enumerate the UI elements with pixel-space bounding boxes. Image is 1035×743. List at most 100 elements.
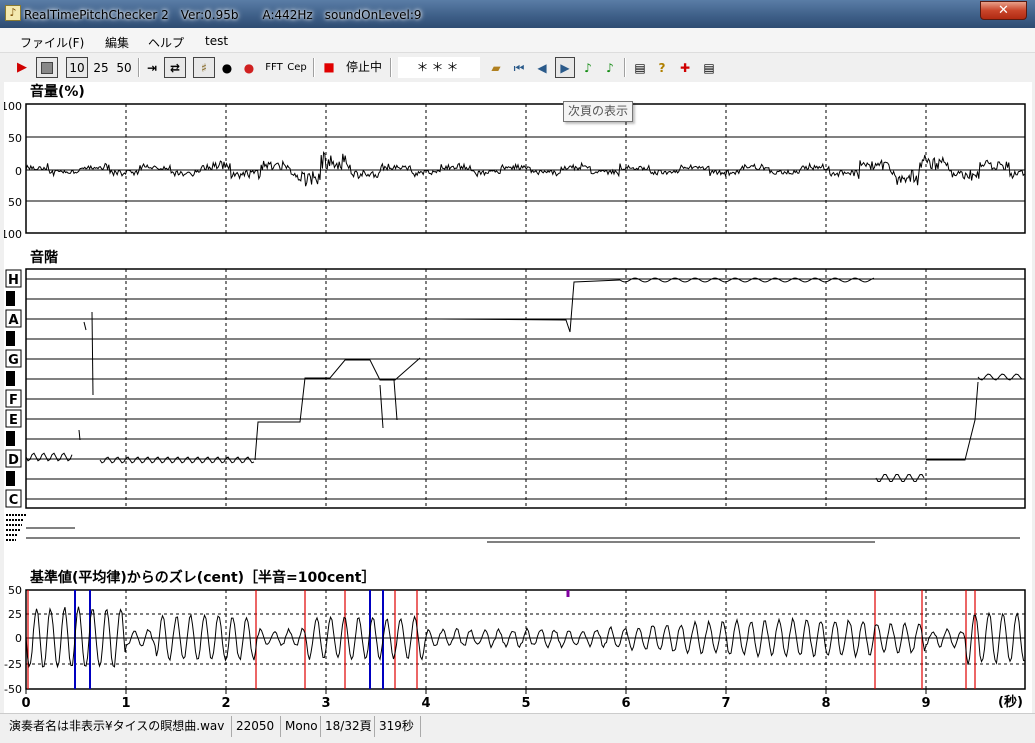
x-tick-label: 1	[121, 696, 130, 711]
note-label: A	[8, 313, 18, 328]
black-key	[6, 471, 15, 486]
x-tick-label: 4	[421, 696, 430, 711]
play-icon[interactable]: ▶	[12, 57, 32, 78]
scale-panel-title: 音階	[30, 249, 58, 266]
stop-button[interactable]	[36, 57, 58, 78]
app-window: ♪ RealTimePitchChecker 2 Ver:0.95b A:442…	[0, 0, 1035, 743]
x-tick-label: 3	[321, 696, 330, 711]
app-icon: ♪	[5, 5, 21, 21]
title-bar[interactable]: ♪ RealTimePitchChecker 2 Ver:0.95b A:442…	[0, 0, 1035, 28]
volume-panel-title: 音量(%)	[30, 83, 85, 100]
black-key	[6, 291, 15, 306]
toolbar: ▶ 10 25 50 ⇥ ⇄ ♯ ● ● FFT Cep ■ 停止中 ＊＊＊ ▰…	[0, 53, 1035, 82]
x-tick-label: 2	[221, 696, 230, 711]
cent-axis: 50 25 0 -25 -50	[4, 584, 22, 696]
note-keyboard: H A G FE D C	[6, 270, 21, 508]
pitch-segment	[876, 475, 924, 482]
fft-button[interactable]: FFT	[263, 57, 285, 78]
print-icon[interactable]: ▤	[630, 57, 650, 78]
volume-tick-label: 0	[15, 165, 22, 178]
x-tick-label: 0	[21, 696, 30, 711]
note-label: F	[9, 393, 18, 408]
menu-bar: ファイル(F) 編集 ヘルプ test	[0, 28, 1035, 53]
black-key	[6, 371, 15, 386]
tooltip: 次頁の表示	[563, 101, 633, 122]
cent-tick-label: -50	[4, 683, 22, 696]
prev-page-icon[interactable]: ◀	[532, 57, 552, 78]
menu-help[interactable]: ヘルプ	[148, 34, 184, 51]
volume-tick-label: 50	[8, 132, 22, 145]
panel-frame	[26, 269, 1025, 508]
person-black-icon[interactable]: ●	[218, 57, 236, 78]
note-label: E	[9, 413, 18, 428]
waveform	[26, 152, 1024, 186]
volume-tick-label: 100	[4, 100, 22, 113]
window-title: RealTimePitchChecker 2 Ver:0.95b A:442Hz…	[24, 6, 422, 23]
stop-icon	[41, 62, 53, 74]
volume-axis: 100 50 0 50 100	[4, 100, 22, 241]
menu-test[interactable]: test	[205, 34, 228, 48]
cent-tick-label: 0	[15, 632, 22, 645]
note-label: H	[8, 273, 19, 288]
close-button[interactable]: ✕	[980, 1, 1027, 20]
pitch-segment	[26, 453, 72, 461]
note-label: C	[9, 493, 19, 508]
note2-icon[interactable]: ♪	[601, 57, 619, 78]
pitch-segment	[440, 280, 620, 332]
pitch-segment	[926, 382, 978, 460]
status-samplerate: 22050	[232, 716, 281, 737]
x-tick-label: 5	[521, 696, 530, 711]
note-label: D	[8, 453, 19, 468]
pitch-segment	[380, 385, 383, 428]
pitch-segment	[84, 322, 86, 330]
speed-10-button[interactable]: 10	[66, 57, 88, 78]
repeat-icon[interactable]: ⇄	[164, 57, 186, 78]
printer-icon[interactable]: ▤	[699, 57, 719, 78]
x-tick-label: 9	[921, 696, 930, 711]
cent-tick-label: 50	[8, 584, 22, 597]
speed-25-button[interactable]: 25	[90, 57, 112, 78]
stars-field: ＊＊＊	[398, 57, 480, 78]
open-folder-icon[interactable]: ▰	[486, 57, 506, 78]
help-icon[interactable]: ?	[653, 57, 671, 78]
volume-tick-label: 50	[8, 196, 22, 209]
x-tick-label: 6	[621, 696, 630, 711]
x-tick-label: 8	[821, 696, 830, 711]
marker-lines	[28, 590, 975, 689]
play-status: 停止中	[343, 57, 385, 78]
cep-button[interactable]: Cep	[286, 57, 308, 78]
black-key	[6, 331, 15, 346]
status-bar: 演奏者名は非表示¥タイスの瞑想曲.wav 22050 Mono 18/32頁 3…	[0, 713, 1035, 743]
pitch-segment	[394, 380, 397, 420]
note-label: G	[8, 353, 19, 368]
record-stop-icon: ■	[322, 57, 336, 78]
pitch-segment	[255, 358, 420, 460]
pitch-segment	[100, 457, 254, 463]
detail-traces	[6, 515, 1020, 542]
menu-edit[interactable]: 編集	[105, 34, 129, 51]
status-channels: Mono	[281, 716, 321, 737]
status-filename: 演奏者名は非表示¥タイスの瞑想曲.wav	[5, 716, 232, 737]
jump-end-icon[interactable]: ⇥	[142, 57, 162, 78]
time-unit-label: (秒)	[998, 694, 1023, 710]
cent-tick-label: -25	[4, 658, 22, 671]
black-key	[6, 431, 15, 446]
pitch-trace	[26, 278, 1022, 481]
marker-icon[interactable]: ✚	[676, 57, 694, 78]
pitch-segment	[92, 312, 93, 395]
first-page-icon[interactable]: ⏮	[509, 57, 529, 78]
x-tick-label: 7	[721, 696, 730, 711]
note-icon[interactable]: ♪	[579, 57, 597, 78]
speed-50-button[interactable]: 50	[113, 57, 135, 78]
menu-file[interactable]: ファイル(F)	[20, 34, 84, 51]
status-duration: 319秒	[375, 716, 421, 737]
cent-panel-title: 基準値(平均律)からのズレ(cent)［半音=100cent］	[30, 569, 375, 586]
person-red-icon[interactable]: ●	[240, 57, 258, 78]
plot-area[interactable]: 音量(%) 10050050100 音階 HAGFEDC 基準値(平均律)からの…	[4, 82, 1032, 713]
time-axis: 0 1 2 3 4 5 6 7 8 9	[21, 689, 930, 711]
violin-icon[interactable]: ♯	[193, 57, 215, 78]
next-page-icon[interactable]: ▶	[555, 57, 575, 78]
cent-tick-label: 25	[8, 608, 22, 621]
status-page: 18/32頁	[321, 716, 375, 737]
volume-tick-label: 100	[4, 228, 22, 241]
